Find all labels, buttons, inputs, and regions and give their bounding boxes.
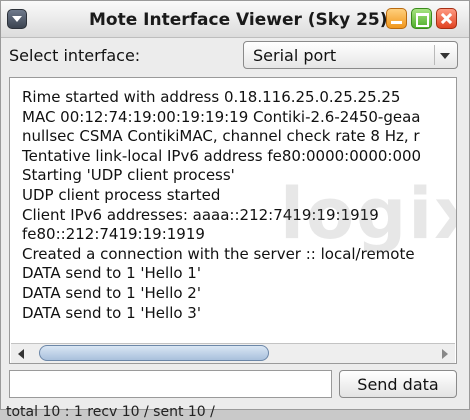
log-line: DATA send to 1 'Hello 1': [22, 264, 201, 283]
log-line: Client IPv6 addresses: aaaa::212:7419:19…: [22, 205, 379, 224]
log-line: UDP client process started: [22, 185, 221, 204]
horizontal-scrollbar[interactable]: [11, 343, 455, 363]
mote-interface-window: Mote Interface Viewer (Sky 25) Select in…: [0, 0, 470, 410]
window-menu-icon[interactable]: [7, 9, 27, 29]
send-data-input[interactable]: [9, 370, 332, 398]
minimize-icon[interactable]: [386, 8, 407, 29]
log-line: Created a connection with the server :: …: [22, 244, 415, 263]
log-line: Starting 'UDP client process': [22, 166, 235, 185]
maximize-icon[interactable]: [411, 8, 432, 29]
title-bar[interactable]: Mote Interface Viewer (Sky 25): [1, 1, 469, 38]
log-line: DATA send to 1 'Hello 2': [22, 283, 201, 302]
select-interface-label: Select interface:: [9, 46, 141, 65]
log-output-panel[interactable]: Rime started with address 0.18.116.25.0.…: [9, 77, 457, 364]
log-line: DATA send to 1 'Hello 3': [22, 303, 201, 322]
log-lines: Rime started with address 0.18.116.25.0.…: [22, 88, 454, 323]
log-line: MAC 00:12:74:19:00:19:19:19 Contiki-2.6-…: [22, 107, 421, 126]
scrollbar-thumb[interactable]: [39, 345, 269, 361]
window-title: Mote Interface Viewer (Sky 25): [89, 10, 388, 30]
close-icon[interactable]: [436, 8, 457, 29]
send-data-button[interactable]: Send data: [339, 370, 457, 398]
chevron-down-icon[interactable]: [434, 45, 454, 65]
interface-dropdown-value: Serial port: [253, 46, 337, 65]
log-line: nullsec CSMA ContikiMAC, channel check r…: [22, 127, 420, 146]
log-line: fe80::212:7419:19:1919: [22, 225, 205, 244]
log-line: Rime started with address 0.18.116.25.0.…: [22, 88, 401, 106]
log-line: Tentative link-local IPv6 address fe80:0…: [22, 146, 422, 165]
scroll-right-icon[interactable]: [433, 344, 455, 363]
interface-dropdown[interactable]: Serial port: [243, 41, 458, 69]
scroll-left-icon[interactable]: [11, 344, 33, 363]
background-window-text: total 10 : 1 recv 10 / sent 10 /: [6, 404, 215, 420]
